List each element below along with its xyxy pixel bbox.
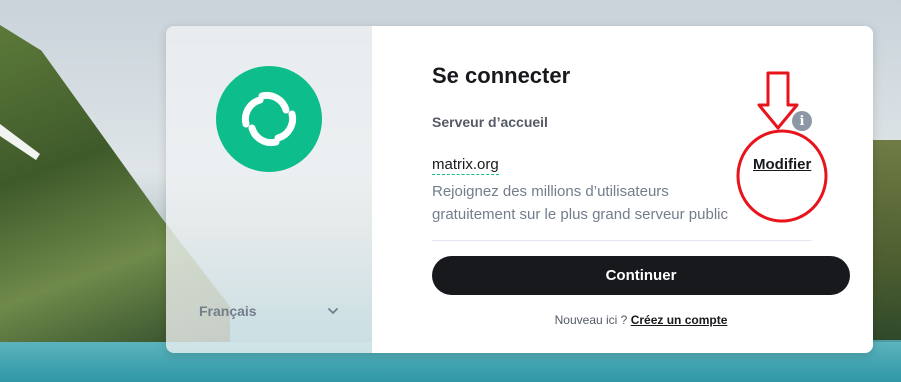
- element-logo-glyph: [241, 91, 297, 147]
- homeserver-description: Rejoignez des millions d’utilisateurs gr…: [432, 183, 728, 223]
- language-selected-label: Français: [199, 303, 257, 319]
- card-left-panel: Français: [166, 26, 372, 353]
- divider: [432, 240, 812, 241]
- element-logo-icon: [216, 66, 322, 172]
- modify-server-link[interactable]: Modifier: [753, 156, 811, 173]
- language-selector[interactable]: Français: [199, 303, 339, 319]
- homeserver-name: matrix.org: [432, 156, 499, 175]
- create-account-row: Nouveau ici ? Créez un compte: [432, 313, 850, 327]
- chevron-down-icon: [328, 308, 338, 315]
- continue-button[interactable]: Continuer: [432, 256, 850, 295]
- page-title: Se connecter: [432, 63, 571, 88]
- homeserver-label: Serveur d’accueil: [432, 114, 548, 130]
- create-account-link[interactable]: Créez un compte: [631, 313, 728, 327]
- login-card: Français Se connecter Serveur d’accueil …: [166, 26, 873, 353]
- new-here-text: Nouveau ici ?: [554, 313, 628, 327]
- info-icon[interactable]: i: [792, 111, 812, 131]
- card-right-panel: Se connecter Serveur d’accueil i matrix.…: [372, 26, 873, 353]
